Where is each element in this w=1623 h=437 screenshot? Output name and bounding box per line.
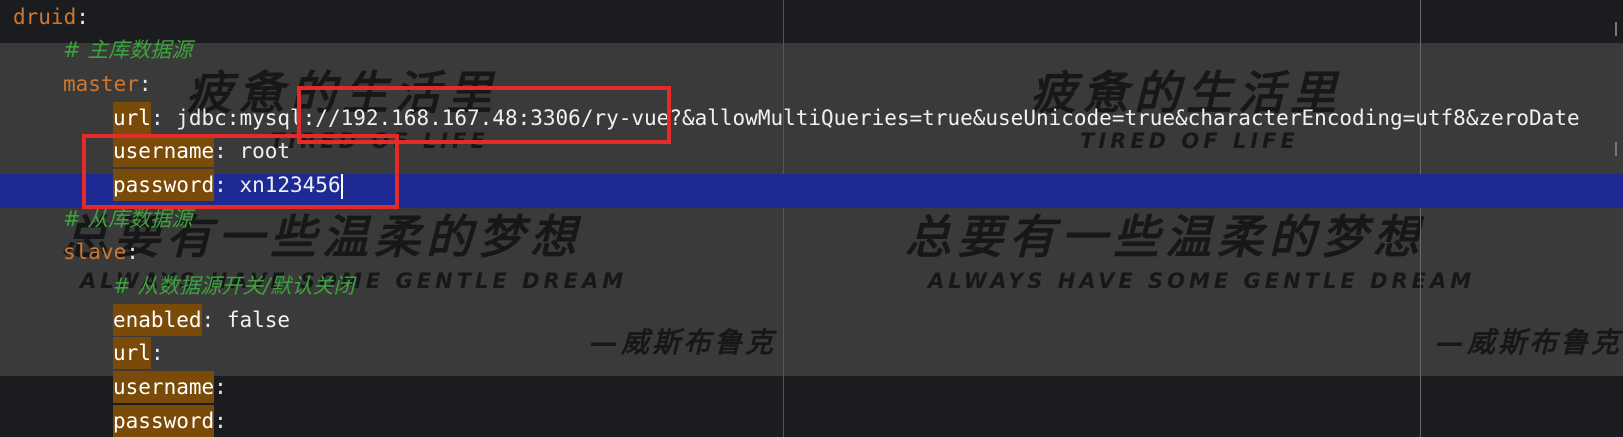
yaml-key: slave <box>63 240 127 264</box>
yaml-key: password <box>113 405 215 437</box>
yaml-key: url <box>113 102 151 134</box>
gutter-mark <box>1615 142 1617 156</box>
code-line-comment-switch[interactable]: # 从数据源开关/默认关闭 <box>113 269 354 303</box>
yaml-comment: # 从库数据源 <box>63 207 193 231</box>
code-line-enabled[interactable]: enabled: false <box>113 303 290 337</box>
yaml-key: username <box>113 371 215 403</box>
wallpaper-signature-left: —威斯布鲁克 <box>590 326 777 359</box>
annotation-box-credentials <box>82 134 399 209</box>
yaml-value-enabled: false <box>226 308 291 332</box>
background-dark-strip <box>0 0 1623 43</box>
right-margin-guide <box>1420 0 1421 437</box>
gutter-mark <box>1615 22 1617 36</box>
code-line-comment-master[interactable]: # 主库数据源 <box>63 33 192 67</box>
wallpaper-dream-right: 总要有一些温柔的梦想 <box>905 210 1425 264</box>
code-editor[interactable]: 疲惫的生活里 TIRED OF LIFE 总要有一些温柔的梦想 ALWAYS H… <box>0 0 1623 437</box>
yaml-key: enabled <box>113 304 202 336</box>
wallpaper-signature-right: —威斯布鲁克 <box>1436 326 1623 359</box>
yaml-key: master <box>63 72 139 96</box>
code-line-slave-url[interactable]: url: <box>113 336 164 370</box>
yaml-key: url <box>113 337 151 369</box>
code-line-slave[interactable]: slave: <box>63 235 139 269</box>
code-line-master[interactable]: master: <box>63 67 152 101</box>
wallpaper-divider <box>783 0 784 437</box>
code-line-slave-password[interactable]: password: <box>113 404 227 437</box>
yaml-key: druid <box>13 5 77 29</box>
yaml-comment: # 从数据源开关/默认关闭 <box>113 274 355 298</box>
yaml-comment: # 主库数据源 <box>63 38 193 62</box>
code-line-druid[interactable]: druid: <box>13 0 89 34</box>
code-line-slave-username[interactable]: username: <box>113 370 227 404</box>
wallpaper-dream-en-right: ALWAYS HAVE SOME GENTLE DREAM <box>928 269 1476 293</box>
